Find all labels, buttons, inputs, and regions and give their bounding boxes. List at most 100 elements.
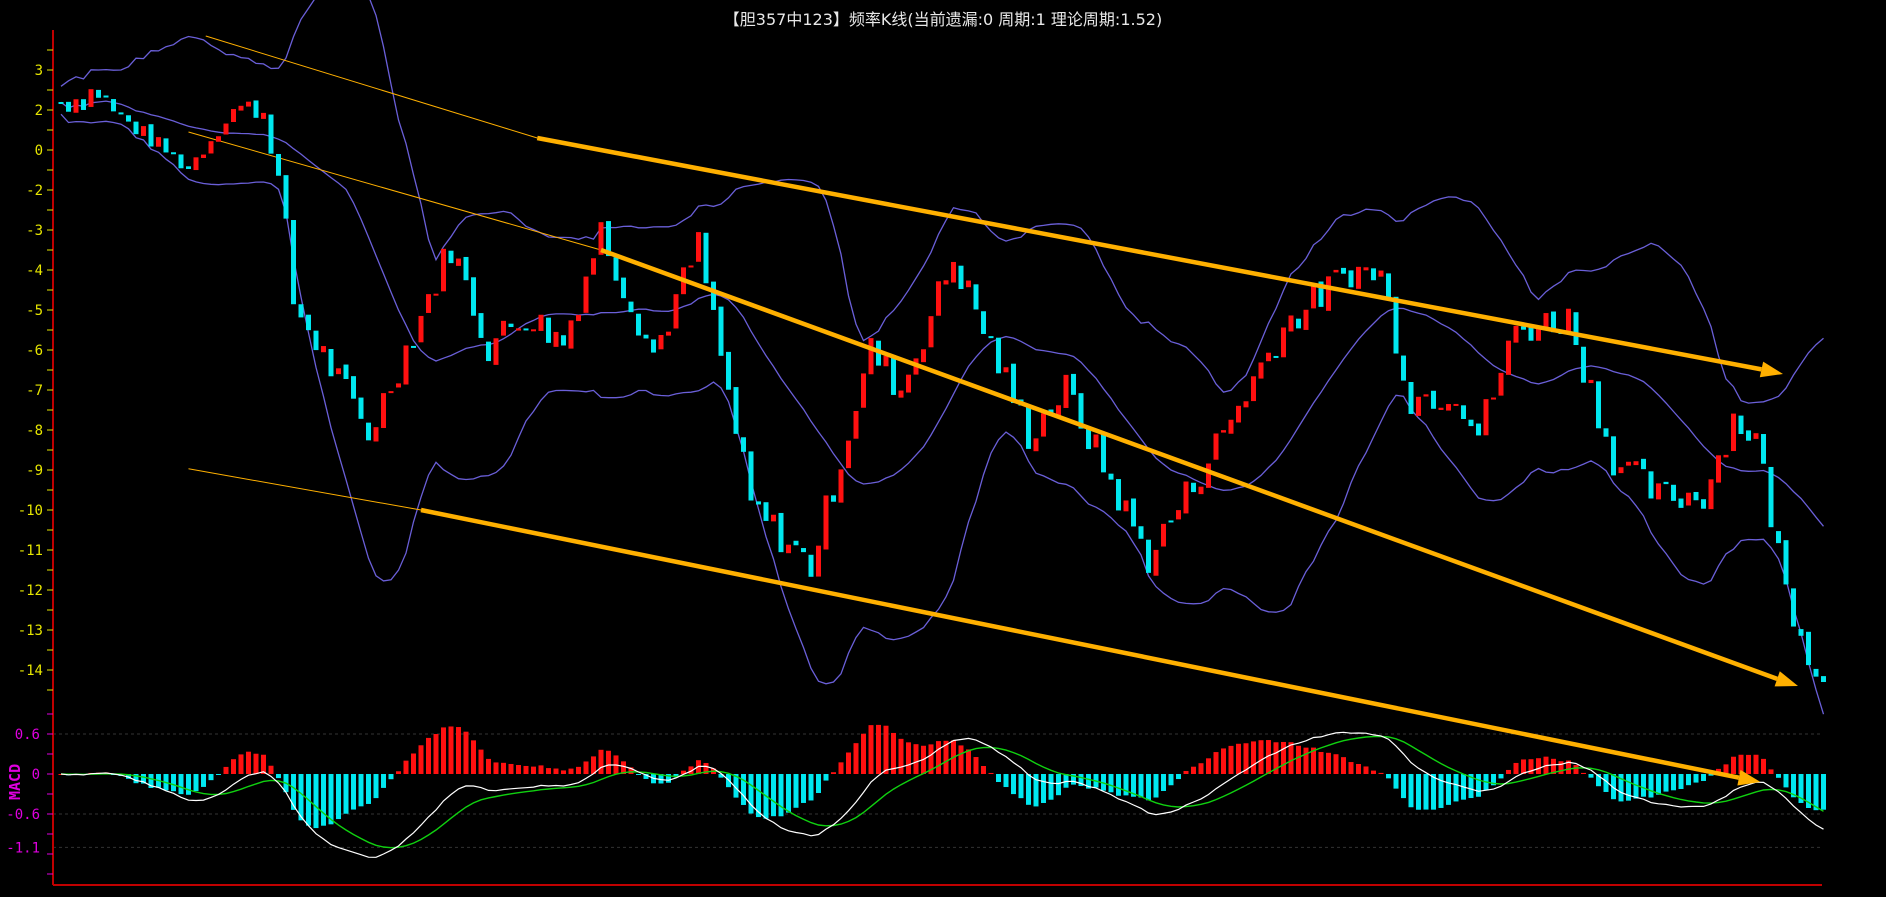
candle-up <box>1198 486 1204 495</box>
macd-bar-positive <box>448 726 454 774</box>
candle-down <box>1783 540 1789 585</box>
y-tick-label: -10 <box>18 503 43 519</box>
macd-bar-negative <box>823 774 829 781</box>
candle-down <box>891 355 896 395</box>
candle-down <box>358 397 364 419</box>
candle-up <box>576 314 581 322</box>
y-tick-label: -5 <box>26 303 43 319</box>
candle-up <box>936 281 941 316</box>
macd-bar-positive <box>868 725 874 774</box>
macd-bar-positive <box>478 749 484 774</box>
candle-down <box>981 311 986 334</box>
macd-bar-positive <box>988 772 994 774</box>
candle-up <box>1243 401 1249 408</box>
macd-bar-negative <box>1063 774 1069 788</box>
macd-bar-positive <box>936 741 941 774</box>
candle-up <box>823 495 829 550</box>
candle-down <box>1693 491 1699 501</box>
candle-down <box>1131 498 1136 527</box>
y-tick-label: -11 <box>18 543 43 559</box>
candle-up <box>1483 399 1489 436</box>
candle-up <box>1633 461 1639 466</box>
candle-down <box>831 495 836 502</box>
candle-up <box>1333 269 1339 273</box>
candle-down <box>778 512 784 553</box>
macd-bar-positive <box>1731 756 1736 774</box>
macd-bar-positive <box>591 756 596 774</box>
middle-trend-arrowhead <box>1774 671 1798 687</box>
candle-up <box>433 293 439 296</box>
macd-bar-negative <box>1821 774 1826 810</box>
macd-label: MACD <box>6 764 24 800</box>
candle-down <box>1701 499 1706 509</box>
candle-up <box>1618 467 1624 474</box>
candle-down <box>1461 405 1466 419</box>
macd-bar-positive <box>1281 741 1286 774</box>
candle-down <box>1596 381 1601 429</box>
candle-down <box>643 334 649 339</box>
macd-bar-positive <box>898 738 904 774</box>
macd-bar-positive <box>1581 772 1586 774</box>
candle-up <box>1416 396 1421 416</box>
candle-down <box>703 232 709 284</box>
macd-bar-positive <box>1288 742 1294 774</box>
candle-up <box>696 232 701 262</box>
band-middle <box>60 100 1825 527</box>
candle-down <box>306 314 311 331</box>
y-tick-label: -3 <box>26 223 43 239</box>
candle-up <box>1716 455 1721 483</box>
macd-bar-negative <box>1656 774 1661 795</box>
candle-up <box>208 141 214 154</box>
candle-down <box>1341 267 1346 274</box>
macd-bar-negative <box>178 774 184 795</box>
candle-down <box>1573 312 1579 346</box>
y-tick-label: -13 <box>18 623 43 639</box>
macd-bar-negative <box>1693 774 1699 783</box>
candle-down <box>163 138 169 153</box>
macd-bar-positive <box>253 753 259 774</box>
macd-bar-positive <box>493 762 499 774</box>
candle-up <box>156 137 161 147</box>
frequency-kline-chart[interactable]: 3 2 0 -2 -3 -4 -5 -6 -7 -8 -9 -10 -11 -12 -13 -14 0.6 0 -0… <box>0 0 1886 897</box>
candle-down <box>1611 436 1616 476</box>
macd-bar-positive <box>1213 752 1219 774</box>
candle-down <box>718 306 724 356</box>
macd-bar-positive <box>463 731 469 774</box>
macd-bar-negative <box>1041 774 1046 803</box>
macd-bar-positive <box>1363 766 1369 774</box>
candle-down <box>103 95 109 98</box>
macd-bar-positive <box>1236 743 1241 774</box>
candle-down <box>1101 433 1106 473</box>
macd-bar-negative <box>1116 774 1121 796</box>
candle-up <box>846 440 851 469</box>
macd-bar-negative <box>1146 774 1151 801</box>
macd-bar-negative <box>1453 774 1459 802</box>
macd-bar-positive <box>1228 745 1234 774</box>
candle-down <box>471 277 476 316</box>
candle-down <box>1648 471 1654 499</box>
candle-down <box>1273 355 1279 358</box>
macd-bar-positive <box>471 740 476 774</box>
candle-up <box>1093 434 1099 448</box>
macd-bar-negative <box>1701 774 1706 781</box>
macd-bar-positive <box>576 766 581 774</box>
y-tick-label: -6 <box>26 343 43 359</box>
candle-down <box>988 336 994 339</box>
y-tick-label: 3 <box>35 63 43 79</box>
candle-up <box>868 338 874 375</box>
macd-bar-negative <box>1153 774 1159 798</box>
candle-down <box>178 154 184 169</box>
macd-bar-positive <box>1198 763 1204 774</box>
macd-bar-positive <box>1296 745 1301 774</box>
macd-bar-negative <box>996 774 1001 783</box>
macd-bar-negative <box>801 774 806 803</box>
candle-down <box>741 437 746 452</box>
macd-bar-negative <box>351 774 356 810</box>
macd-bar-negative <box>748 774 754 814</box>
candle-down <box>1798 629 1804 636</box>
macd-tick-label: 0 <box>32 767 40 783</box>
macd-bar-negative <box>313 774 319 829</box>
candle-down <box>486 341 491 362</box>
candle-up <box>1041 413 1046 437</box>
candle-up <box>951 261 956 283</box>
